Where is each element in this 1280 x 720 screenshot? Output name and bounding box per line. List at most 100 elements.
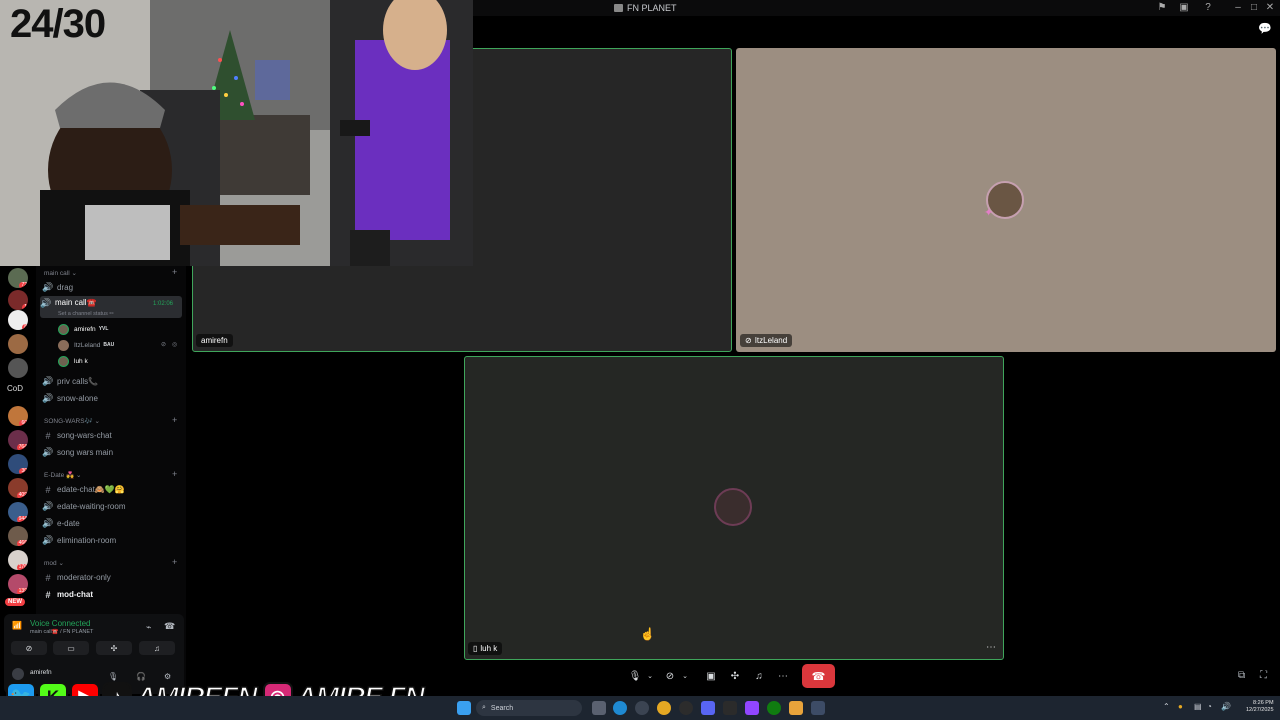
camera-off-button[interactable]: ⊘ <box>11 641 47 655</box>
help-icon[interactable]: ? <box>1202 2 1214 14</box>
current-user-name[interactable]: amirefn <box>30 669 52 676</box>
add-channel-icon[interactable]: + <box>172 415 177 425</box>
category-label: E-Date 💑 <box>44 472 75 479</box>
user-avatar[interactable] <box>12 668 24 680</box>
server-icon-1[interactable]: 72 <box>8 268 28 288</box>
add-channel-icon[interactable]: + <box>172 469 177 479</box>
maximize-button[interactable]: □ <box>1248 2 1260 14</box>
channel-elimination-room[interactable]: 🔊 elimination-room <box>42 533 180 548</box>
call-timer: 1:02:06 <box>153 301 174 307</box>
signal-icon[interactable]: 📶 <box>12 621 22 630</box>
twitch-icon[interactable] <box>745 701 759 715</box>
server-badge: 8 <box>22 324 28 330</box>
camera-off-icon[interactable]: ⊘ <box>662 666 678 686</box>
screen-share-icon[interactable]: ▣ <box>704 666 718 686</box>
app-icon-1[interactable] <box>635 701 649 715</box>
screen-icon[interactable]: ▣ <box>1178 2 1190 14</box>
voice-user-itzleland[interactable]: ItzLeland BAU <box>58 338 114 352</box>
settings-icon[interactable] <box>811 701 825 715</box>
tray-chevron-icon[interactable]: ⌃ <box>1163 702 1170 711</box>
more-icon[interactable]: ⋯ <box>986 642 996 653</box>
taskbar-clock[interactable]: 8:26 PM 12/27/2025 <box>1246 700 1274 714</box>
server-icon-3[interactable]: 8 <box>8 310 28 330</box>
channel-label: song-wars-chat <box>57 431 112 440</box>
volume-icon[interactable]: 🔊 <box>1221 702 1231 711</box>
category-main-call[interactable]: main call ⌄ <box>44 269 77 277</box>
channel-snow-alone[interactable]: 🔊 snow-alone <box>42 391 180 406</box>
server-icon-12[interactable]: 176 <box>8 550 28 570</box>
voice-user-luhk[interactable]: luh k <box>58 354 88 368</box>
network-icon[interactable]: ◔ <box>1207 702 1212 711</box>
server-icon-10[interactable]: 944 <box>8 502 28 522</box>
add-channel-icon[interactable]: + <box>172 267 177 277</box>
server-icon-9[interactable]: 409 <box>8 478 28 498</box>
discord-icon[interactable] <box>701 701 715 715</box>
popout-icon[interactable]: ⧉ <box>1238 670 1245 681</box>
channel-song-wars-chat[interactable]: # song-wars-chat <box>42 428 180 443</box>
channel-mod-chat[interactable]: # mod-chat <box>42 587 180 602</box>
soundboard-button[interactable]: ♫ <box>139 641 175 655</box>
disconnect-button[interactable]: ☎ <box>802 664 835 688</box>
server-badge: 60 <box>19 420 28 426</box>
app-icon-3[interactable] <box>789 701 803 715</box>
server-cod-label[interactable]: CoD <box>7 384 23 393</box>
server-icon-2[interactable]: 1 <box>8 290 28 310</box>
add-channel-icon[interactable]: + <box>172 557 177 567</box>
window-title: FN PLANET <box>614 3 677 13</box>
tray-app-icon[interactable]: ● <box>1178 702 1183 711</box>
tile-name: ItzLeland <box>754 336 788 345</box>
channel-edate-chat[interactable]: # edate-chat🙈💚🤗 <box>42 482 180 497</box>
server-icon-4[interactable] <box>8 334 28 354</box>
chrome-icon[interactable] <box>657 701 671 715</box>
server-icon-7[interactable]: 764 <box>8 430 28 450</box>
category-mod[interactable]: mod ⌄ <box>44 559 64 567</box>
avatar-decoration-icon: ✦ <box>984 207 994 219</box>
server-icon-13[interactable]: 139 <box>8 574 28 594</box>
channel-moderator-only[interactable]: # moderator-only <box>42 570 180 585</box>
channel-label: mod-chat <box>57 590 93 599</box>
mic-button[interactable]: 🎙 <box>628 666 642 686</box>
disconnect-icon[interactable]: ☎ <box>164 621 175 632</box>
minimize-button[interactable]: – <box>1232 2 1244 14</box>
server-badge: 409 <box>16 492 28 498</box>
xbox-icon[interactable] <box>767 701 781 715</box>
inbox-icon[interactable]: ⚑ <box>1156 2 1168 14</box>
channel-priv-calls[interactable]: 🔊 priv calls📞 <box>42 374 180 389</box>
server-icon-8[interactable]: 30 <box>8 454 28 474</box>
windows-start-icon[interactable] <box>457 701 471 715</box>
server-badge: 72 <box>19 282 28 288</box>
more-options-icon[interactable]: ⋯ <box>776 666 790 686</box>
app-icon-2[interactable] <box>723 701 737 715</box>
screen-share-button[interactable]: ▭ <box>53 641 89 655</box>
server-icon-11[interactable]: 466 <box>8 526 28 546</box>
server-icon-6[interactable]: 60 <box>8 406 28 426</box>
channel-drag[interactable]: 🔊 drag <box>42 280 180 295</box>
fullscreen-icon[interactable]: ⛶ <box>1260 670 1267 681</box>
soundboard-icon[interactable]: ♫ <box>752 666 766 686</box>
channel-edate-waiting-room[interactable]: 🔊 edate-waiting-room <box>42 499 180 514</box>
hash-icon: # <box>45 572 51 583</box>
close-button[interactable]: ✕ <box>1264 2 1276 14</box>
category-song-wars[interactable]: SONG-WARS🎶 ⌄ <box>44 417 100 425</box>
mic-options-chevron-icon[interactable]: ⌄ <box>645 666 655 686</box>
chat-bubble-icon[interactable]: 💬 <box>1258 22 1272 35</box>
edge-icon[interactable] <box>613 701 627 715</box>
tray-icon-1[interactable]: ▤ <box>1194 702 1202 711</box>
channel-e-date[interactable]: 🔊 e-date <box>42 516 180 531</box>
task-view-icon[interactable] <box>592 701 606 715</box>
noise-suppression-icon[interactable]: ⌁ <box>146 622 151 633</box>
server-icon-5[interactable] <box>8 358 28 378</box>
channel-label: main call☎️ <box>55 298 97 307</box>
activities-icon[interactable]: ✣ <box>728 666 742 686</box>
tile-name: luh k <box>480 644 498 653</box>
voice-connected-subtitle[interactable]: main call☎️ / FN PLANET <box>30 629 93 635</box>
camera-options-chevron-icon[interactable]: ⌄ <box>680 666 690 686</box>
taskbar-search[interactable]: ⌕ Search <box>476 700 582 716</box>
category-e-date[interactable]: E-Date 💑 ⌄ <box>44 471 81 479</box>
activities-button[interactable]: ✣ <box>96 641 132 655</box>
channel-song-wars-main[interactable]: 🔊 song wars main <box>42 445 180 460</box>
voice-connected-title[interactable]: Voice Connected <box>30 619 91 628</box>
obs-icon[interactable] <box>679 701 693 715</box>
voice-user-amirefn[interactable]: amirefn YVL <box>58 322 108 336</box>
channel-status[interactable]: Set a channel status ✏ <box>58 311 114 317</box>
